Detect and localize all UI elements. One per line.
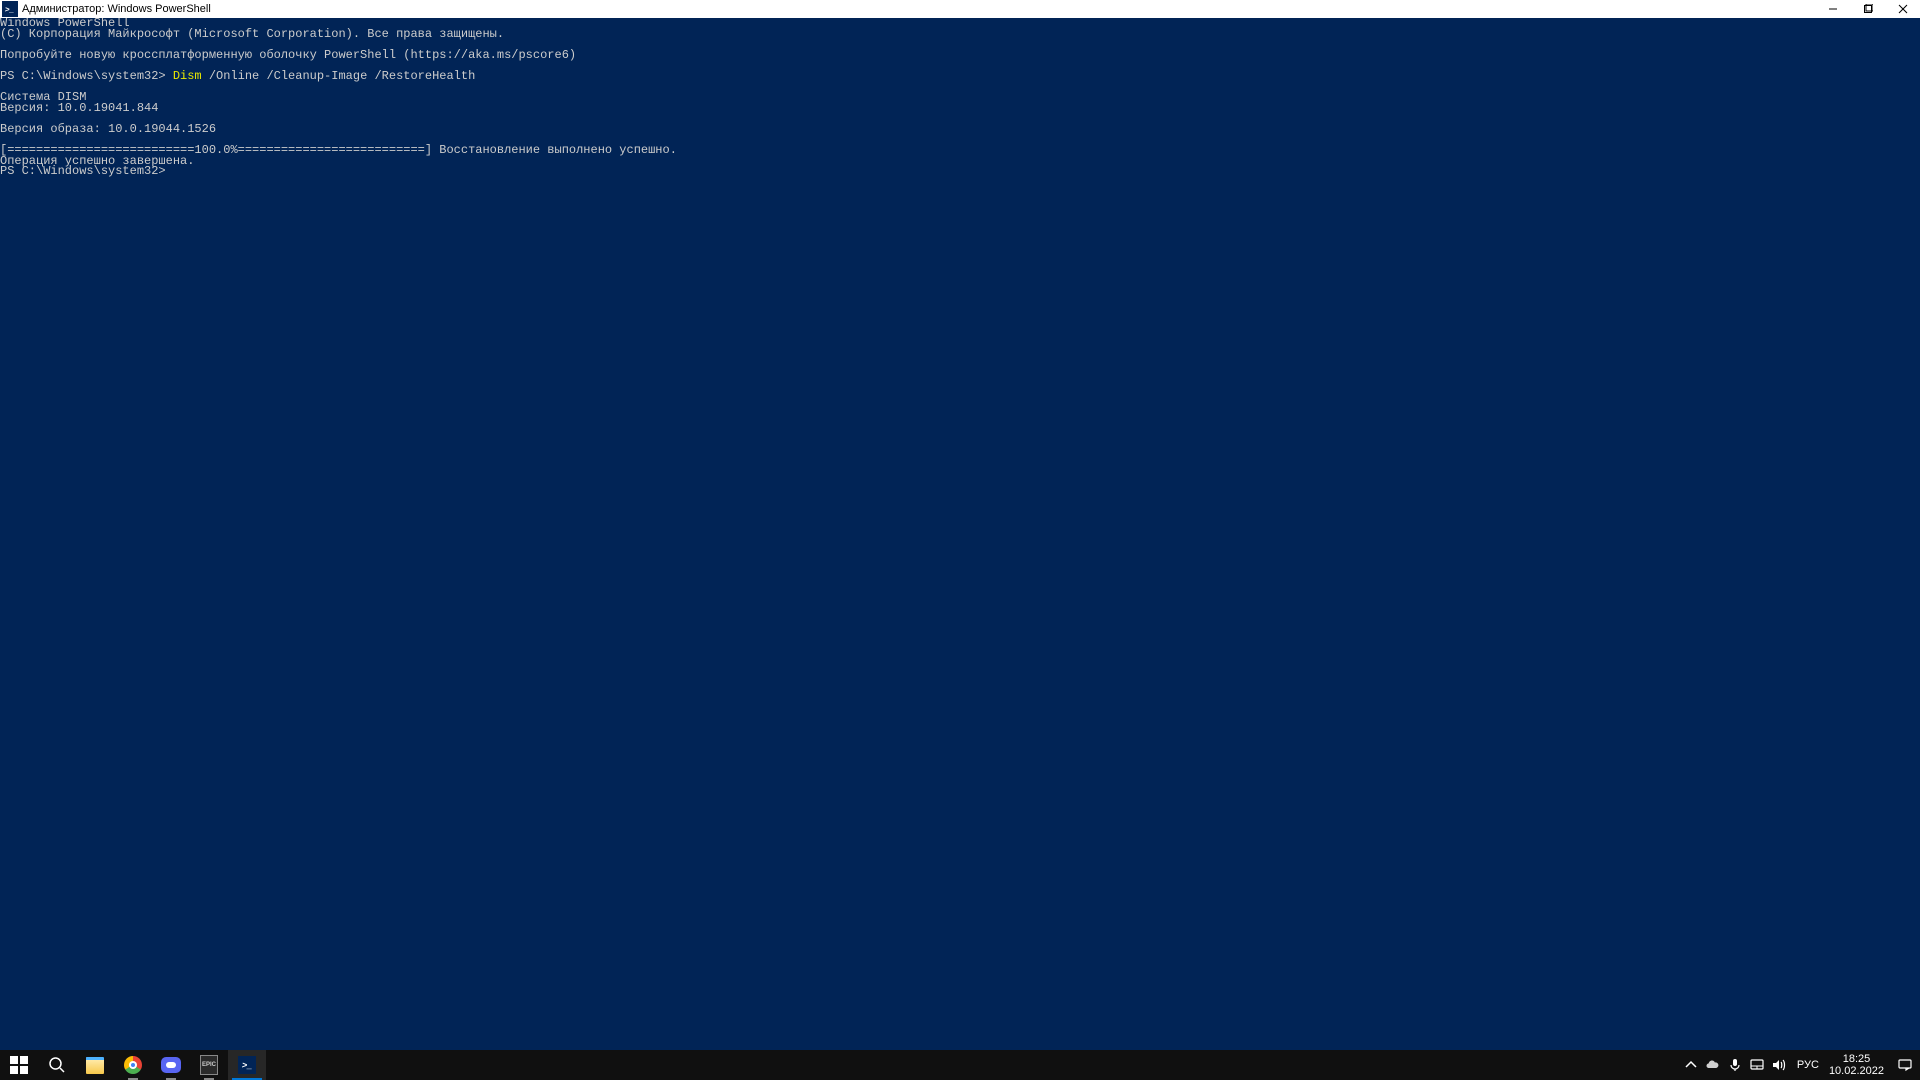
volume-icon[interactable] — [1771, 1057, 1787, 1073]
action-center-button[interactable] — [1890, 1050, 1920, 1080]
terminal-line: Версия образа: 10.0.19044.1526 — [0, 122, 216, 136]
minimize-button[interactable] — [1815, 0, 1850, 18]
taskbar-app-discord[interactable] — [152, 1050, 190, 1080]
terminal-output[interactable]: Windows PowerShell (C) Корпорация Майкро… — [0, 18, 1920, 1050]
prompt: PS C:\Windows\system32> — [0, 164, 173, 178]
clock-date: 10.02.2022 — [1829, 1065, 1884, 1077]
start-button[interactable] — [0, 1050, 38, 1080]
command-args: /Online /Cleanup-Image /RestoreHealth — [202, 69, 476, 83]
taskbar-app-epic[interactable]: EPIC — [190, 1050, 228, 1080]
windows-icon — [10, 1056, 28, 1074]
taskbar-app-chrome[interactable] — [114, 1050, 152, 1080]
maximize-button[interactable] — [1850, 0, 1885, 18]
prompt: PS C:\Windows\system32> — [0, 69, 173, 83]
window-title: Администратор: Windows PowerShell — [22, 3, 211, 15]
close-button[interactable] — [1885, 0, 1920, 18]
clock-time: 18:25 — [1843, 1053, 1871, 1065]
terminal-line: Версия: 10.0.19041.844 — [0, 101, 158, 115]
powershell-icon: >_ — [238, 1056, 256, 1074]
terminal-line: (C) Корпорация Майкрософт (Microsoft Cor… — [0, 27, 504, 41]
onedrive-icon[interactable] — [1705, 1057, 1721, 1073]
system-tray — [1677, 1050, 1793, 1080]
powershell-window: >_ Администратор: Windows PowerShell Win… — [0, 0, 1920, 1050]
terminal-command-line: PS C:\Windows\system32> Dism /Online /Cl… — [0, 69, 475, 83]
command-name: Dism — [173, 69, 202, 83]
touchpad-icon[interactable] — [1749, 1057, 1765, 1073]
taskbar-app-powershell[interactable]: >_ — [228, 1050, 266, 1080]
powershell-icon: >_ — [2, 1, 18, 17]
discord-icon — [161, 1057, 181, 1073]
notification-icon — [1897, 1057, 1913, 1073]
language-indicator[interactable]: РУС — [1793, 1050, 1823, 1080]
taskbar-app-explorer[interactable] — [76, 1050, 114, 1080]
terminal-prompt-line: PS C:\Windows\system32> — [0, 164, 173, 178]
file-explorer-icon — [86, 1057, 104, 1074]
search-button[interactable] — [38, 1050, 76, 1080]
clock[interactable]: 18:25 10.02.2022 — [1823, 1050, 1890, 1080]
chrome-icon — [124, 1056, 142, 1074]
microphone-icon[interactable] — [1727, 1057, 1743, 1073]
titlebar[interactable]: >_ Администратор: Windows PowerShell — [0, 0, 1920, 18]
terminal-line: Попробуйте новую кроссплатформенную обол… — [0, 48, 576, 62]
epic-games-icon: EPIC — [200, 1055, 218, 1075]
taskbar: EPIC >_ РУС 18:25 10.02.2022 — [0, 1050, 1920, 1080]
tray-chevron-up-icon[interactable] — [1683, 1057, 1699, 1073]
search-icon — [48, 1056, 66, 1074]
